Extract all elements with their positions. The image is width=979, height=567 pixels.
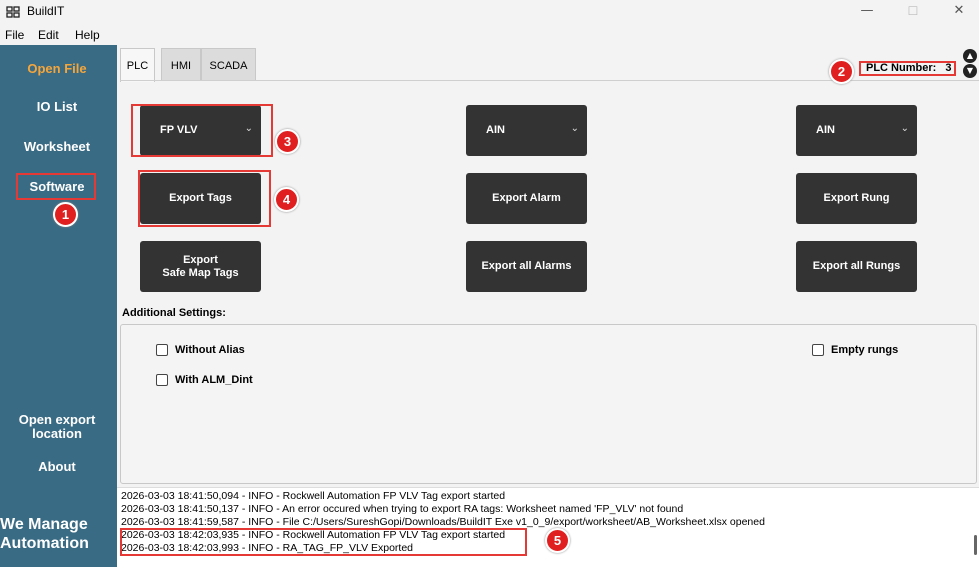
dropdown-3-value: AIN	[816, 124, 835, 136]
menu-edit[interactable]: Edit	[38, 28, 59, 42]
plc-number-down-icon[interactable]: ▼	[963, 64, 977, 78]
menu-bar: File Edit Help	[0, 25, 979, 45]
sidebar-item-about[interactable]: About	[0, 460, 114, 474]
without-alias-label: Without Alias	[175, 344, 245, 356]
additional-settings-title: Additional Settings:	[122, 307, 226, 319]
title-bar: BuildIT — ☐ ✕	[0, 0, 979, 24]
log-output[interactable]: 2026-03-03 18:41:50,094 - INFO - Rockwel…	[117, 487, 979, 567]
plc-type-dropdown-3[interactable]: AIN ⌄	[796, 105, 917, 156]
software-highlight-box	[16, 173, 96, 200]
callout-4: 4	[274, 187, 299, 212]
plc-number: PLC Number: 3	[859, 61, 956, 76]
without-alias-checkbox[interactable]: Without Alias	[156, 344, 245, 356]
app-title: BuildIT	[27, 4, 65, 18]
close-button[interactable]: ✕	[936, 1, 979, 21]
export-all-alarms-button[interactable]: Export all Alarms	[466, 241, 587, 292]
callout-5: 5	[545, 528, 570, 553]
menu-file[interactable]: File	[5, 28, 24, 42]
brand-tagline: We Manage Automation	[0, 516, 89, 552]
callout-3: 3	[275, 129, 300, 154]
log-scrollbar[interactable]	[974, 535, 977, 555]
log-line: 2026-03-03 18:41:59,587 - INFO - File C:…	[121, 516, 765, 528]
export-safe-map-tags-line1: Export	[183, 253, 218, 266]
app-logo-icon	[6, 6, 20, 18]
tab-hmi[interactable]: HMI	[161, 48, 201, 81]
tab-scada[interactable]: SCADA	[201, 48, 256, 81]
export-rung-button[interactable]: Export Rung	[796, 173, 917, 224]
export-safe-map-tags-button[interactable]: Export Safe Map Tags	[140, 241, 261, 292]
minimize-button[interactable]: —	[844, 1, 890, 21]
sidebar-item-open-export-location[interactable]: Open export location	[0, 413, 114, 441]
sidebar: Open File IO List Worksheet Software 1 O…	[0, 45, 117, 567]
additional-settings-panel: Without Alias With ALM_Dint Empty rungs	[120, 324, 977, 484]
main-panel: PLC HMI SCADA PLC Number: 3 2 ▲ ▼ FP VLV…	[117, 45, 979, 567]
log-line: 2026-03-03 18:41:50,094 - INFO - Rockwel…	[121, 490, 506, 502]
empty-rungs-checkbox[interactable]: Empty rungs	[812, 344, 898, 356]
checkbox-icon[interactable]	[812, 344, 824, 356]
sidebar-item-io-list[interactable]: IO List	[0, 100, 114, 114]
checkbox-icon[interactable]	[156, 344, 168, 356]
with-alm-dint-label: With ALM_Dint	[175, 374, 253, 386]
dropdown-highlight-box	[131, 104, 273, 157]
tab-plc[interactable]: PLC	[120, 48, 155, 82]
chevron-down-icon: ⌄	[900, 123, 909, 134]
chevron-down-icon: ⌄	[570, 123, 579, 134]
plc-number-label: PLC Number:	[866, 62, 937, 74]
export-all-rungs-button[interactable]: Export all Rungs	[796, 241, 917, 292]
menu-help[interactable]: Help	[75, 28, 100, 42]
log-line: 2026-03-03 18:41:50,137 - INFO - An erro…	[121, 503, 684, 515]
checkbox-icon[interactable]	[156, 374, 168, 386]
plc-number-up-icon[interactable]: ▲	[963, 49, 977, 63]
log-highlight-box	[120, 528, 527, 556]
maximize-button[interactable]: ☐	[890, 1, 936, 21]
export-safe-map-tags-line2: Safe Map Tags	[162, 266, 239, 279]
plc-type-dropdown-2[interactable]: AIN ⌄	[466, 105, 587, 156]
export-alarm-button[interactable]: Export Alarm	[466, 173, 587, 224]
with-alm-dint-checkbox[interactable]: With ALM_Dint	[156, 374, 253, 386]
sidebar-item-worksheet[interactable]: Worksheet	[0, 140, 114, 154]
sidebar-item-open-file[interactable]: Open File	[0, 62, 114, 76]
callout-2: 2	[829, 59, 854, 84]
plc-number-value: 3	[945, 62, 952, 74]
dropdown-2-value: AIN	[486, 124, 505, 136]
callout-1: 1	[53, 202, 78, 227]
empty-rungs-label: Empty rungs	[831, 344, 899, 356]
export-tags-highlight-box	[138, 170, 271, 227]
